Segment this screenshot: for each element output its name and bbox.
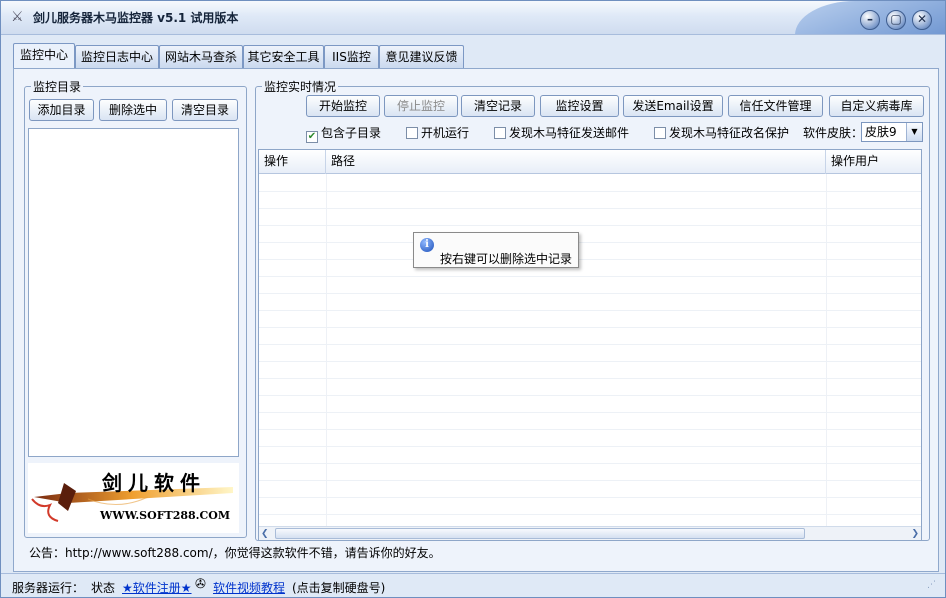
tab-feedback[interactable]: 意见建议反馈 xyxy=(379,45,464,69)
logo-title: 剑儿软件 xyxy=(102,471,206,495)
clear-directory-button[interactable]: 清空目录 xyxy=(172,99,238,121)
email-on-trojan-label: 发现木马特征发送邮件 xyxy=(509,126,630,140)
grid-row-line xyxy=(259,463,921,464)
column-path[interactable]: 路径 xyxy=(326,150,826,174)
monitor-settings-button[interactable]: 监控设置 xyxy=(540,95,619,117)
video-tutorial-link[interactable]: 软件视频教程 xyxy=(213,579,285,596)
crossed-swords-icon: ⚔ xyxy=(11,9,24,25)
register-link[interactable]: ★软件注册★ xyxy=(122,579,192,596)
grid-row-line xyxy=(259,361,921,362)
stop-monitor-button[interactable]: 停止监控 xyxy=(384,95,458,117)
realtime-monitor-legend: 监控实时情况 xyxy=(262,78,339,95)
tab-monitor-log[interactable]: 监控日志中心 xyxy=(75,45,159,69)
minimize-button[interactable]: – xyxy=(860,10,880,30)
restore-button[interactable]: ▢ xyxy=(886,10,906,30)
copy-disk-id-hint[interactable]: (点击复制硬盘号) xyxy=(292,579,385,596)
grid-row-line xyxy=(259,242,921,243)
scroll-left-icon[interactable]: ❮ xyxy=(261,529,269,539)
announcement: 公告：http://www.soft288.com/，你觉得这款软件不错，请告诉… xyxy=(29,546,441,560)
delete-hint-tooltip: i 按右键可以删除选中记录 xyxy=(413,232,579,268)
grid-row-line xyxy=(259,480,921,481)
rename-protect-label: 发现木马特征改名保护 xyxy=(669,126,790,140)
grid-row-line xyxy=(259,259,921,260)
grid-row-line xyxy=(259,497,921,498)
close-button[interactable]: ✕ xyxy=(912,10,932,30)
status-label: 状态 xyxy=(91,581,116,595)
resize-grip-icon[interactable]: ⋰ xyxy=(927,580,936,590)
soft288-logo[interactable]: 剑儿软件 WWW.SOFT288.COM xyxy=(28,463,239,533)
column-user[interactable]: 操作用户 xyxy=(826,150,921,174)
film-reel-icon: ✇ xyxy=(195,577,206,592)
column-action[interactable]: 操作 xyxy=(259,150,326,174)
include-subdirs-label: 包含子目录 xyxy=(321,126,382,140)
scroll-right-icon[interactable]: ❯ xyxy=(911,529,919,539)
tab-iis-monitor[interactable]: IIS监控 xyxy=(324,45,379,69)
tab-trojan-scan[interactable]: 网站木马查杀 xyxy=(159,45,243,69)
monitor-records-grid[interactable]: 操作 路径 操作用户 ❮ ❯ xyxy=(258,149,922,541)
logo-url: WWW.SOFT288.COM xyxy=(100,509,231,522)
checkmark-icon: ✔ xyxy=(306,131,318,143)
server-running-label: 服务器运行： xyxy=(12,581,85,595)
main-window: ⚔ 剑儿服务器木马监控器 v5.1 试用版本 – ▢ ✕ 监控中心 监控日志中心… xyxy=(0,0,946,598)
start-monitor-button[interactable]: 开始监控 xyxy=(306,95,380,117)
add-directory-button[interactable]: 添加目录 xyxy=(29,99,94,121)
monitor-center-panel: 监控目录 添加目录 删除选中 清空目录 剑儿软件 WWW.SOFT288.COM… xyxy=(13,68,939,572)
email-on-trojan-checkbox[interactable]: 发现木马特征发送邮件 xyxy=(494,125,629,141)
monitor-directory-group: 监控目录 添加目录 删除选中 清空目录 剑儿软件 WWW.SOFT288.COM xyxy=(24,78,247,538)
grid-row-line xyxy=(259,446,921,447)
grid-row-line xyxy=(259,344,921,345)
custom-virus-db-button[interactable]: 自定义病毒库 xyxy=(829,95,924,117)
grid-row-line xyxy=(259,429,921,430)
monitor-directory-legend: 监控目录 xyxy=(31,78,84,95)
scroll-thumb[interactable] xyxy=(275,528,805,539)
grid-row-line xyxy=(259,293,921,294)
grid-row-line xyxy=(259,225,921,226)
email-settings-button[interactable]: 发送Email设置 xyxy=(623,95,723,117)
grid-row-line xyxy=(259,191,921,192)
rename-protect-checkbox[interactable]: 发现木马特征改名保护 xyxy=(654,125,789,141)
trusted-files-button[interactable]: 信任文件管理 xyxy=(728,95,823,117)
title-bar[interactable]: ⚔ 剑儿服务器木马监控器 v5.1 试用版本 – ▢ ✕ xyxy=(1,1,945,35)
run-at-startup-checkbox[interactable]: 开机运行 xyxy=(406,125,469,141)
skin-select[interactable]: 皮肤9 ▼ xyxy=(861,122,923,142)
grid-row-line xyxy=(259,208,921,209)
window-title: 剑儿服务器木马监控器 v5.1 试用版本 xyxy=(33,11,239,25)
horizontal-scrollbar[interactable]: ❮ ❯ xyxy=(259,526,921,540)
tooltip-text: 按右键可以删除选中记录 xyxy=(440,252,573,266)
skin-value: 皮肤9 xyxy=(865,125,897,139)
grid-row-line xyxy=(259,395,921,396)
include-subdirs-checkbox[interactable]: ✔ 包含子目录 xyxy=(306,125,382,143)
skin-label: 软件皮肤： xyxy=(803,126,864,140)
grid-header: 操作 路径 操作用户 xyxy=(259,150,921,174)
tab-security-tools[interactable]: 其它安全工具 xyxy=(243,45,324,69)
run-at-startup-label: 开机运行 xyxy=(421,126,470,140)
grid-row-line xyxy=(259,310,921,311)
status-bar: 服务器运行： 状态 ★软件注册★ ✇ 软件视频教程 (点击复制硬盘号) ⋰ xyxy=(1,573,945,597)
grid-row-line xyxy=(259,276,921,277)
grid-row-line xyxy=(259,327,921,328)
tab-monitor-center[interactable]: 监控中心 xyxy=(13,43,75,69)
clear-records-button[interactable]: 清空记录 xyxy=(461,95,535,117)
chevron-down-icon[interactable]: ▼ xyxy=(906,123,922,141)
realtime-monitor-group: 监控实时情况 开始监控 停止监控 清空记录 监控设置 发送Email设置 信任文… xyxy=(255,78,930,541)
grid-row-line xyxy=(259,412,921,413)
grid-row-line xyxy=(259,514,921,515)
delete-selected-button[interactable]: 删除选中 xyxy=(99,99,167,121)
grid-row-line xyxy=(259,378,921,379)
info-icon: i xyxy=(420,238,434,252)
directory-list[interactable] xyxy=(28,128,239,457)
